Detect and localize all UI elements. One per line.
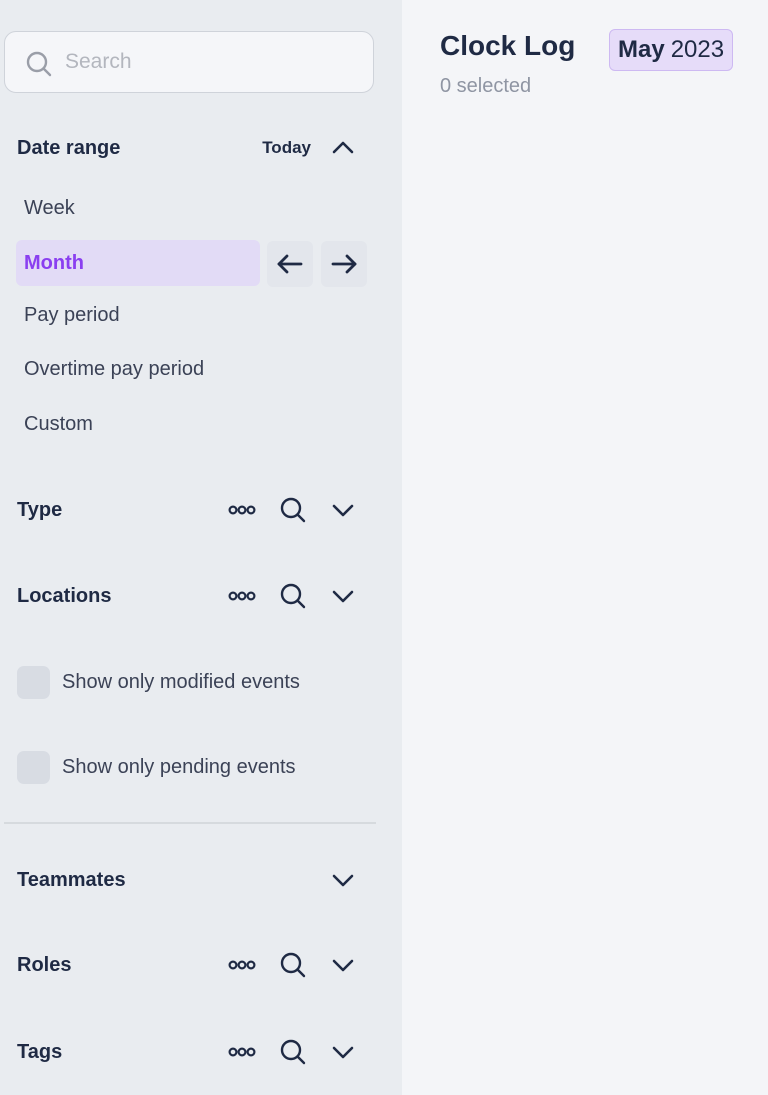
type-filter-title: Type [17,498,63,521]
date-range-title: Date range [17,136,121,159]
previous-period-button[interactable] [267,241,313,287]
search-box[interactable] [4,31,374,93]
selected-count: 0 selected [440,75,532,97]
more-icon[interactable] [227,581,257,611]
roles-filter-title: Roles [17,953,72,976]
search-icon[interactable] [278,1037,308,1067]
chevron-down-icon[interactable] [328,1037,358,1067]
range-option-month[interactable]: Month [16,240,260,286]
pending-events-toggle[interactable]: Show only pending events [17,750,296,784]
more-icon[interactable] [227,1037,257,1067]
today-button[interactable]: Today [262,138,311,158]
page-title: Clock Log [440,30,576,61]
period-year: 2023 [670,36,725,63]
locations-filter-header[interactable]: Locations [17,578,377,614]
arrow-left-icon [277,254,303,274]
period-month: May [618,36,665,63]
type-filter-header[interactable]: Type [17,492,377,528]
search-icon[interactable] [278,495,308,525]
filter-sidebar: Date range Today Week Month Pay period O… [0,0,402,1095]
date-range-header[interactable]: Date range Today [17,130,377,166]
range-option-overtime-pay-period[interactable]: Overtime pay period [16,346,260,392]
locations-filter-title: Locations [17,584,112,607]
chevron-down-icon[interactable] [328,950,358,980]
search-icon [26,51,52,77]
chevron-up-icon[interactable] [328,133,358,163]
teammates-filter-header[interactable]: Teammates [17,862,377,898]
pending-events-checkbox[interactable] [17,750,50,784]
search-input[interactable] [65,46,355,78]
tags-filter-header[interactable]: Tags [17,1034,377,1070]
modified-events-label: Show only modified events [62,670,300,693]
roles-filter-header[interactable]: Roles [17,947,377,983]
search-icon[interactable] [278,581,308,611]
tags-filter-title: Tags [17,1040,63,1063]
chevron-down-icon[interactable] [328,581,358,611]
range-option-pay-period[interactable]: Pay period [16,292,260,338]
section-divider [4,822,376,824]
chevron-down-icon[interactable] [328,495,358,525]
period-badge[interactable]: May 2023 [609,29,734,71]
next-period-button[interactable] [321,241,367,287]
modified-events-toggle[interactable]: Show only modified events [17,665,300,699]
pending-events-label: Show only pending events [62,755,296,778]
modified-events-checkbox[interactable] [17,665,50,699]
teammates-filter-title: Teammates [17,868,126,891]
range-option-custom[interactable]: Custom [16,401,260,447]
more-icon[interactable] [227,495,257,525]
range-option-week[interactable]: Week [16,185,260,231]
search-icon[interactable] [278,950,308,980]
arrow-right-icon [331,254,357,274]
chevron-down-icon[interactable] [328,865,358,895]
more-icon[interactable] [227,950,257,980]
